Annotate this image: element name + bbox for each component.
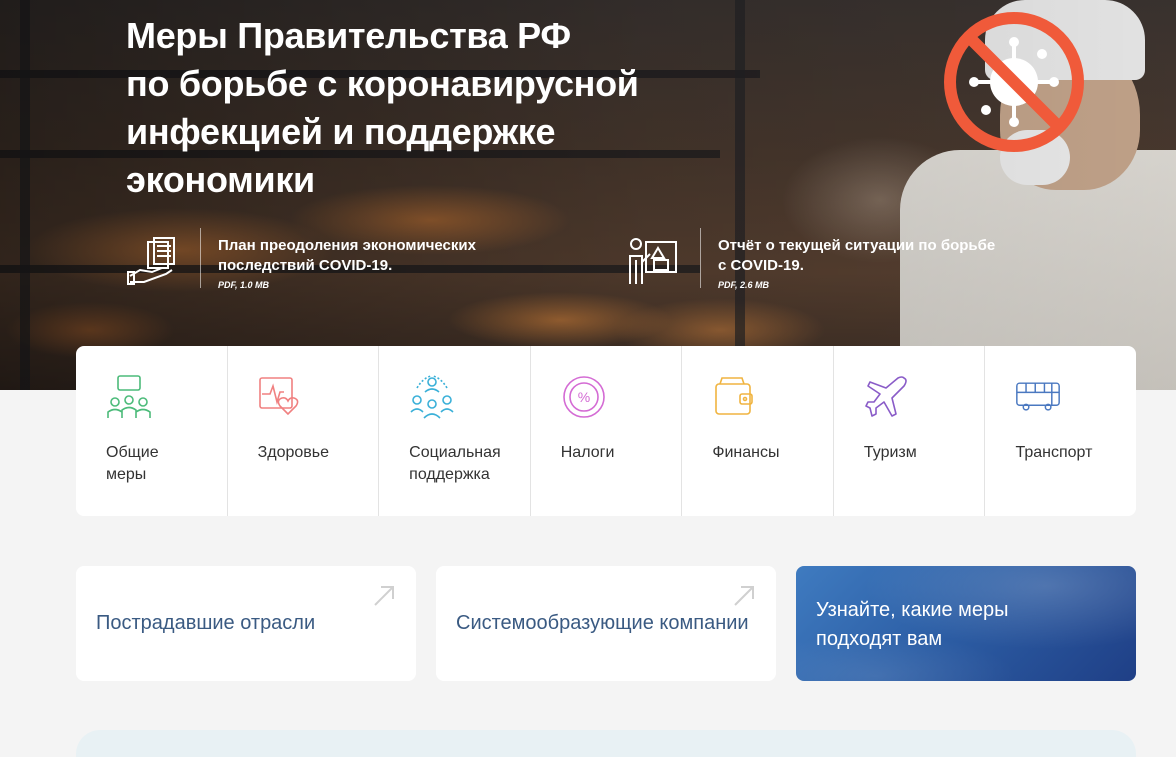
page-title: Меры Правительства РФ по борьбе с корона… [126, 15, 639, 200]
hand-documents-icon [127, 237, 175, 285]
affected-industries-card[interactable]: Пострадавшие отрасли [76, 566, 416, 681]
category-label: Туризм [863, 444, 917, 461]
category-label: Финансы [712, 444, 780, 461]
category-finance[interactable]: Финансы [682, 346, 834, 516]
category-label: Социальная поддержка [409, 444, 501, 483]
heart-monitor-icon [258, 377, 298, 416]
arrow-up-right-icon [374, 586, 394, 606]
svg-text:%: % [578, 389, 590, 405]
category-transport[interactable]: Транспорт [985, 346, 1136, 516]
category-label: Здоровье [257, 444, 330, 461]
doc-divider [700, 228, 701, 288]
hero-banner: Меры Правительства РФ по борьбе с корона… [0, 0, 1176, 390]
card-label: Системообразующие компании [456, 612, 749, 634]
doc-file-info: PDF, 2.6 MB [718, 280, 770, 290]
doc-file-info: PDF, 1.0 MB [218, 280, 270, 290]
categories-panel: Общие меры Здоровье Социальная поддержка [76, 346, 1136, 516]
card-label: Пострадавшие отрасли [96, 612, 316, 634]
category-label: Налоги [560, 444, 615, 461]
percent-icon: % [562, 376, 605, 418]
category-health[interactable]: Здоровье [228, 346, 380, 516]
people-meeting-icon [107, 375, 151, 418]
bottom-panel [76, 730, 1136, 757]
category-label: Общие меры [106, 444, 159, 483]
category-general-measures[interactable]: Общие меры [76, 346, 228, 516]
doc-link-covid-report[interactable]: Отчёт о текущей ситуации по борьбе с COV… [626, 228, 1008, 300]
bus-icon [1016, 382, 1061, 411]
doc-title[interactable]: План преодоления экономических последств… [218, 236, 508, 276]
arrow-up-right-icon [734, 586, 754, 606]
doc-link-economic-plan[interactable]: План преодоления экономических последств… [126, 228, 508, 300]
presentation-chart-icon [629, 238, 677, 284]
community-icon [410, 375, 454, 419]
doc-title[interactable]: Отчёт о текущей ситуации по борьбе с COV… [718, 236, 1008, 276]
backbone-companies-card[interactable]: Системообразующие компании [436, 566, 776, 681]
category-social-support[interactable]: Социальная поддержка [379, 346, 531, 516]
cta-label: Узнайте, какие меры подходят вам [816, 599, 1009, 650]
no-virus-icon [944, 12, 1084, 152]
category-label: Транспорт [1015, 444, 1093, 461]
category-tourism[interactable]: Туризм [834, 346, 986, 516]
find-measures-cta[interactable]: Узнайте, какие меры подходят вам [796, 566, 1136, 681]
category-taxes[interactable]: % Налоги [531, 346, 683, 516]
doc-divider [200, 228, 201, 288]
airplane-icon [865, 376, 907, 417]
wallet-icon [715, 377, 754, 415]
